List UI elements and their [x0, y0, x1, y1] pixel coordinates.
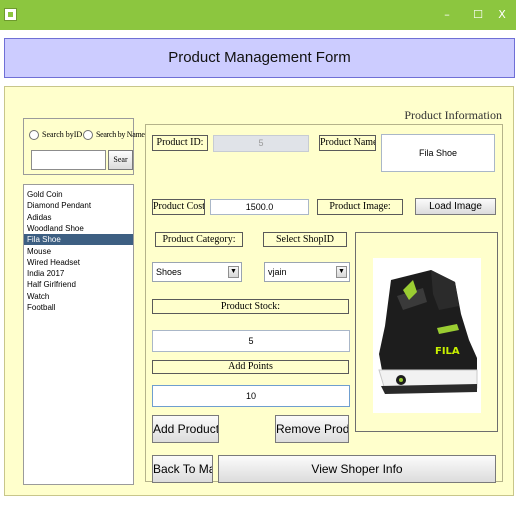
list-item[interactable]: Mouse	[24, 246, 133, 257]
product-stock-label: Product Stock:	[152, 299, 349, 314]
product-stock-field[interactable]: 5	[152, 330, 350, 352]
view-shopper-info-button[interactable]: View Shoper Info	[218, 455, 496, 483]
list-item[interactable]: Wired Headset	[24, 257, 133, 268]
list-item[interactable]: Woodland Shoe	[24, 223, 133, 234]
product-name-label: Product Name:	[319, 135, 376, 151]
product-id-field[interactable]: 5	[213, 135, 309, 152]
load-image-button[interactable]: Load Image	[415, 198, 496, 215]
header-panel: Product Management Form	[4, 38, 515, 78]
category-dropdown[interactable]: Shoes ▼	[152, 262, 242, 282]
search-by-name-label: Search by Name	[96, 130, 145, 139]
list-item[interactable]: Half Girlfriend	[24, 279, 133, 290]
list-item[interactable]: India 2017	[24, 268, 133, 279]
shop-dropdown[interactable]: vjain ▼	[264, 262, 350, 282]
list-item[interactable]: Gold Coin	[24, 189, 133, 200]
search-input[interactable]	[31, 150, 106, 170]
search-button[interactable]: Sear	[108, 150, 133, 170]
add-points-label: Add Points	[152, 360, 349, 374]
chevron-down-icon[interactable]: ▼	[336, 266, 347, 278]
maximize-button[interactable]: ☐	[469, 6, 487, 24]
close-button[interactable]: X	[493, 6, 511, 24]
product-list[interactable]: Gold Coin Diamond Pendant Adidas Woodland S…	[23, 184, 134, 485]
product-name-field[interactable]: Fila Shoe	[381, 134, 495, 172]
product-image-panel: FILA	[355, 232, 498, 432]
list-item[interactable]: Fila Shoe	[24, 234, 133, 246]
svg-text:FILA: FILA	[435, 346, 460, 357]
remove-product-button[interactable]: Remove Product	[275, 415, 349, 443]
product-information-title: Product Information	[404, 108, 502, 122]
product-cost-label: Product Cost:	[152, 199, 205, 215]
product-cost-field[interactable]: 1500.0	[210, 199, 309, 215]
shop-selected-value: vjain	[268, 267, 287, 277]
add-product-button[interactable]: Add Product	[152, 415, 219, 443]
select-shopid-label: Select ShopID	[263, 232, 347, 247]
list-item[interactable]: Diamond Pendant	[24, 200, 133, 211]
product-category-label: Product Category:	[155, 232, 243, 247]
minimize-button[interactable]: –	[438, 6, 456, 24]
add-points-field[interactable]: 10	[152, 385, 350, 407]
app-icon	[4, 8, 17, 21]
chevron-down-icon[interactable]: ▼	[228, 266, 239, 278]
search-by-name-radio[interactable]	[83, 130, 93, 140]
product-image: FILA	[373, 258, 481, 413]
category-selected-value: Shoes	[156, 267, 182, 277]
page-title: Product Management Form	[168, 49, 351, 66]
list-item[interactable]: Watch	[24, 291, 133, 302]
list-item[interactable]: Football	[24, 302, 133, 313]
window-titlebar[interactable]: – ☐ X	[0, 0, 516, 30]
product-image-label: Product Image:	[317, 199, 403, 215]
shoe-icon: FILA	[378, 270, 478, 394]
search-by-id-label: Search byID	[42, 130, 83, 139]
search-by-id-radio[interactable]	[29, 130, 39, 140]
product-id-label: Product ID:	[152, 135, 208, 151]
list-item[interactable]: Adidas	[24, 212, 133, 223]
back-to-main-button[interactable]: Back To Main	[152, 455, 213, 483]
